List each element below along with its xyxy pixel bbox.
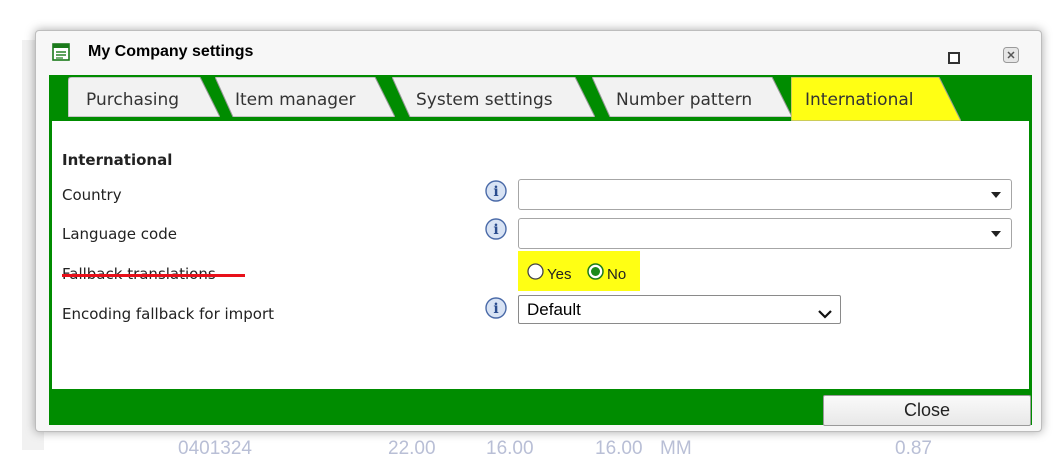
tab-label: System settings [416,90,553,110]
background-cell: 0.87 [895,438,932,459]
tab-label: Number pattern [616,90,753,110]
tab-item-manager[interactable]: Item manager [215,77,395,117]
chevron-down-icon [991,231,1001,237]
fallback-translations-radio-group: Yes No [518,251,640,291]
tab-international[interactable]: International [791,77,961,121]
svg-text:i: i [493,222,498,238]
dialog-footer: Close [49,389,1032,426]
dialog-titlebar[interactable]: My Company settings [36,31,1041,75]
dialog-title: My Company settings [88,43,254,60]
tab-content-international: International Country i Language code i [52,121,1029,389]
encoding-fallback-label: Encoding fallback for import [62,305,275,323]
chevron-down-icon [818,304,832,319]
chevron-down-icon [991,192,1001,198]
tab-label: Purchasing [86,90,180,110]
radio-no-label: No [607,266,627,283]
info-icon[interactable]: i [485,218,507,240]
annotation-underline [62,274,245,277]
background-cell: MM [660,438,692,459]
background-cell: 0401324 [178,438,252,459]
background-cell: 16.00 [486,438,534,459]
svg-text:i: i [493,184,498,200]
encoding-fallback-value: Default [527,300,581,319]
language-code-select[interactable] [518,218,1012,249]
radio-no[interactable] [587,263,604,280]
tabs-bar: Purchasing Item manager System settings … [49,75,1032,121]
tab-purchasing[interactable]: Purchasing [68,77,220,117]
maximize-icon[interactable] [948,49,960,64]
close-icon[interactable] [1003,47,1019,63]
settings-panel: Purchasing Item manager System settings … [49,75,1032,426]
settings-dialog: My Company settings Purchasing Item mana… [35,30,1042,432]
country-label: Country [62,186,122,204]
background-table-row: 0401324 22.00 16.00 16.00 MM 0.87 [150,438,970,459]
radio-yes-label: Yes [547,266,572,283]
close-button[interactable]: Close [823,395,1031,426]
radio-yes[interactable] [527,263,544,280]
section-heading: International [62,151,173,169]
svg-text:i: i [493,301,498,317]
settings-window-icon [52,43,70,61]
info-icon[interactable]: i [485,180,507,202]
background-cell: 16.00 [595,438,643,459]
tab-label: Item manager [235,90,356,110]
language-code-label: Language code [62,225,177,243]
info-icon[interactable]: i [485,297,507,319]
country-select[interactable] [518,179,1012,210]
background-cell: 22.00 [388,438,436,459]
tab-label: International [805,90,914,110]
encoding-fallback-select[interactable]: Default [518,295,841,324]
tab-number-pattern[interactable]: Number pattern [592,77,792,117]
tab-system-settings[interactable]: System settings [392,77,595,117]
